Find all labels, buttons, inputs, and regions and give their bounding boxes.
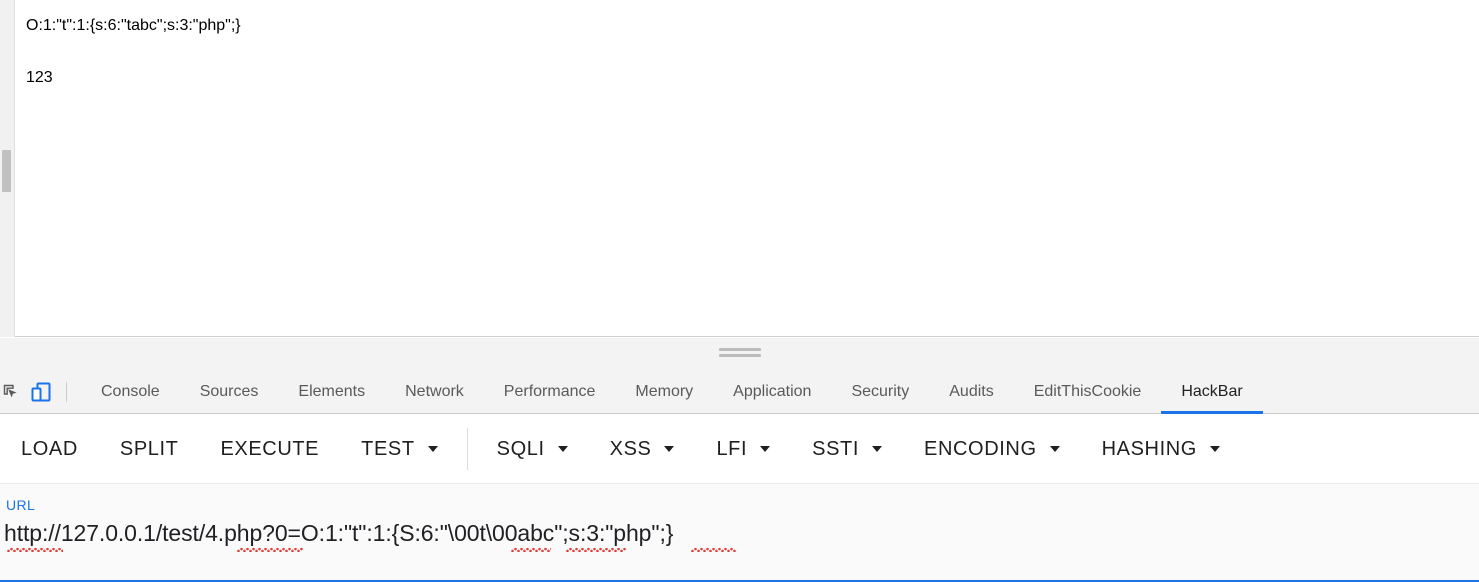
chevron-down-icon (427, 446, 438, 452)
button-label: SSTI (812, 437, 860, 460)
tab-hackbar[interactable]: HackBar (1161, 370, 1264, 414)
chevron-down-icon (760, 446, 771, 452)
tab-performance[interactable]: Performance (484, 370, 616, 414)
lfi-menu-button[interactable]: LFI (695, 415, 791, 483)
device-toolbar-icon[interactable] (26, 378, 56, 406)
xss-menu-button[interactable]: XSS (589, 415, 696, 483)
tab-label: Console (101, 382, 160, 400)
button-label: TEST (361, 437, 415, 460)
page-output-line: 123 (26, 69, 53, 86)
tab-audits[interactable]: Audits (929, 370, 1013, 414)
button-label: SPLIT (119, 437, 179, 460)
load-button[interactable]: LOAD (0, 415, 99, 483)
toolbar-divider (466, 428, 468, 470)
inspect-element-icon[interactable] (0, 378, 26, 406)
button-label: XSS (609, 437, 652, 460)
tab-elements[interactable]: Elements (278, 370, 385, 414)
split-button[interactable]: SPLIT (99, 415, 200, 483)
tab-label: Memory (635, 382, 694, 400)
spellcheck-underline (691, 548, 736, 552)
button-label: LFI (716, 437, 748, 460)
button-label: ENCODING (924, 437, 1037, 460)
scrollbar-thumb[interactable] (2, 150, 11, 192)
page-viewport: O:1:"t":1:{s:6:"tabc";s:3:"php";} 123 (0, 0, 1479, 337)
tab-memory[interactable]: Memory (615, 370, 713, 414)
button-label: SQLI (496, 437, 545, 460)
tab-label: Network (405, 382, 464, 400)
chevron-down-icon (1209, 446, 1220, 452)
tab-console[interactable]: Console (81, 370, 180, 414)
tab-label: Performance (503, 382, 596, 400)
tab-label: Sources (199, 382, 259, 400)
devtools-tabbar: Console Sources Elements Network Perform… (0, 370, 1479, 414)
spellcheck-underline (7, 548, 63, 552)
page-content: O:1:"t":1:{s:6:"tabc";s:3:"php";} 123 (16, 0, 1479, 336)
tab-label: EditThisCookie (1033, 382, 1142, 400)
hackbar-toolbar: LOAD SPLIT EXECUTE TEST SQLI XSS LFI SST… (0, 415, 1479, 483)
tab-label: Security (851, 382, 910, 400)
browser-window: O:1:"t":1:{s:6:"tabc";s:3:"php";} 123 Co… (0, 0, 1479, 582)
devtools-resizer[interactable] (0, 338, 1479, 370)
tab-sources[interactable]: Sources (180, 370, 279, 414)
page-output-line: O:1:"t":1:{s:6:"tabc";s:3:"php";} (26, 17, 241, 34)
toolbar-divider (66, 381, 67, 402)
tab-application[interactable]: Application (713, 370, 831, 414)
url-input[interactable]: http://127.0.0.1/test/4.php?0=O:1:"t":1:… (4, 520, 673, 547)
chevron-down-icon (872, 446, 883, 452)
tab-label: Elements (298, 382, 366, 400)
tab-network[interactable]: Network (385, 370, 484, 414)
encoding-menu-button[interactable]: ENCODING (903, 415, 1081, 483)
chevron-down-icon (557, 446, 568, 452)
spellcheck-underline (566, 548, 626, 552)
spellcheck-underline (237, 548, 303, 552)
execute-button[interactable]: EXECUTE (199, 415, 340, 483)
tab-label: Audits (949, 382, 994, 400)
test-menu-button[interactable]: TEST (340, 415, 459, 483)
devtools-icon-group (0, 370, 81, 413)
sqli-menu-button[interactable]: SQLI (476, 415, 589, 483)
spellcheck-underline (511, 548, 551, 552)
button-label: EXECUTE (220, 437, 320, 460)
url-field-label: URL (6, 497, 36, 513)
page-vertical-scrollbar[interactable] (0, 0, 15, 337)
chevron-down-icon (664, 446, 675, 452)
tab-label: HackBar (1181, 382, 1243, 400)
button-label: HASHING (1101, 437, 1197, 460)
hackbar-url-section[interactable]: URL http://127.0.0.1/test/4.php?0=O:1:"t… (0, 483, 1479, 582)
ssti-menu-button[interactable]: SSTI (791, 415, 903, 483)
tab-label: Application (733, 382, 812, 400)
tab-security[interactable]: Security (831, 370, 929, 414)
button-label: LOAD (21, 437, 78, 460)
devtools-tab-list: Console Sources Elements Network Perform… (81, 370, 1264, 414)
hashing-menu-button[interactable]: HASHING (1081, 415, 1241, 483)
chevron-down-icon (1049, 446, 1060, 452)
drag-handle-icon[interactable] (718, 348, 761, 357)
tab-editthiscookie[interactable]: EditThisCookie (1014, 370, 1162, 414)
